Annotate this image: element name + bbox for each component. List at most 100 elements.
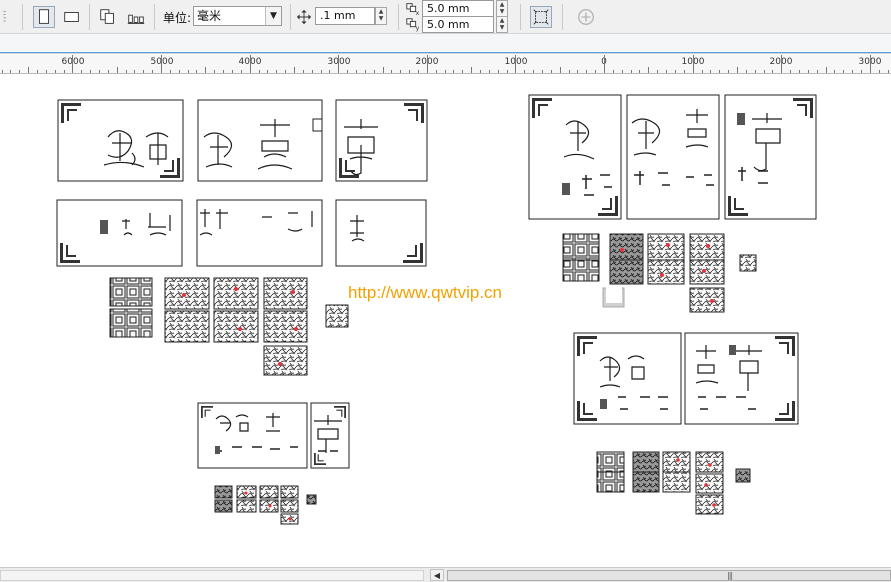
ruler-tick bbox=[178, 70, 180, 73]
ruler-tick bbox=[559, 67, 561, 73]
separator bbox=[89, 4, 90, 30]
tile-group[interactable] bbox=[109, 277, 349, 376]
horizontal-scrollbar[interactable]: ◀ ||| bbox=[0, 567, 891, 582]
ruler-tick bbox=[692, 55, 694, 73]
scrollbar-thumb[interactable] bbox=[447, 570, 891, 581]
panel[interactable] bbox=[197, 99, 323, 182]
ruler-tick bbox=[816, 70, 818, 73]
ruler-tick bbox=[754, 70, 756, 73]
duplicate-y-input[interactable]: 5.0 mm bbox=[422, 16, 494, 33]
ruler-tick bbox=[302, 70, 304, 73]
panel[interactable] bbox=[573, 332, 682, 425]
horizontal-ruler[interactable]: 6000 5000 4000 3000 2000 1000 0 1000 200… bbox=[0, 55, 891, 74]
ruler-tick bbox=[621, 70, 623, 73]
all-pages-icon[interactable] bbox=[97, 6, 119, 28]
ruler-tick bbox=[701, 70, 703, 73]
ruler-tick bbox=[231, 70, 233, 73]
separator bbox=[290, 4, 291, 30]
ruler-tick bbox=[258, 70, 260, 73]
portrait-page-icon[interactable] bbox=[33, 6, 55, 28]
ruler-tick bbox=[400, 70, 402, 73]
units-label: 单位: bbox=[163, 11, 192, 25]
panel[interactable] bbox=[310, 402, 350, 469]
add-icon[interactable] bbox=[575, 6, 597, 28]
document-tab-strip bbox=[0, 34, 891, 54]
ruler-tick bbox=[515, 55, 517, 73]
panel[interactable] bbox=[528, 94, 622, 220]
ruler-tick bbox=[586, 70, 588, 73]
drawing-canvas[interactable]: http://www.qwtvip.cn bbox=[0, 75, 891, 567]
spin-down-icon[interactable]: ▼ bbox=[497, 24, 507, 31]
spin-up-icon[interactable]: ▲ bbox=[376, 8, 386, 15]
ruler-tick bbox=[728, 70, 729, 73]
property-bar-grip[interactable] bbox=[0, 6, 10, 28]
separator bbox=[154, 4, 155, 30]
spin-down-icon[interactable]: ▼ bbox=[497, 8, 507, 15]
ruler-tick bbox=[187, 70, 189, 73]
separator bbox=[562, 4, 563, 30]
units-select[interactable]: 毫米 ▼ bbox=[193, 6, 282, 26]
ruler-tick bbox=[382, 67, 384, 73]
ruler-tick bbox=[391, 70, 393, 73]
watermark-text: http://www.qwtvip.cn bbox=[348, 283, 503, 302]
tile-group[interactable] bbox=[214, 485, 317, 525]
property-bar: 单位: 毫米 ▼ .1 mm ▲ ▼ x 5.0 mm ▲ ▼ y 5.0 mm… bbox=[0, 0, 891, 34]
ruler-tick bbox=[568, 70, 570, 73]
panel[interactable] bbox=[684, 332, 799, 425]
chevron-down-icon[interactable]: ▼ bbox=[265, 7, 281, 25]
panel[interactable] bbox=[196, 199, 323, 267]
landscape-page-icon[interactable] bbox=[61, 6, 83, 28]
panel[interactable] bbox=[197, 402, 308, 469]
ruler-tick bbox=[453, 70, 455, 73]
ruler-tick bbox=[480, 70, 481, 73]
panel[interactable] bbox=[56, 199, 183, 267]
ruler-tick bbox=[214, 70, 216, 73]
ruler-tick bbox=[320, 70, 322, 73]
scrollbar-grip-icon: ||| bbox=[727, 571, 733, 580]
ruler-tick bbox=[267, 70, 269, 73]
ruler-tick bbox=[763, 70, 765, 73]
spin-up-icon[interactable]: ▲ bbox=[497, 17, 507, 24]
panel[interactable] bbox=[335, 199, 427, 267]
panel[interactable] bbox=[57, 99, 184, 182]
ruler-tick bbox=[116, 67, 118, 73]
ruler-tick bbox=[1, 70, 3, 73]
ruler-tick bbox=[550, 70, 552, 73]
duplicate-x-spinner[interactable]: ▲ ▼ bbox=[496, 0, 508, 17]
ruler-tick bbox=[364, 70, 366, 73]
treat-as-filled-icon[interactable] bbox=[530, 6, 552, 28]
duplicate-x-input[interactable]: 5.0 mm bbox=[422, 0, 494, 17]
ruler-tick bbox=[577, 70, 579, 73]
duplicate-y-spinner[interactable]: ▲ ▼ bbox=[496, 16, 508, 33]
ruler-tick bbox=[630, 70, 632, 73]
current-page-icon[interactable] bbox=[125, 6, 147, 28]
tile-group[interactable] bbox=[562, 233, 757, 313]
spin-down-icon[interactable]: ▼ bbox=[376, 15, 386, 22]
ruler-tick bbox=[205, 67, 207, 73]
panel[interactable] bbox=[626, 94, 720, 220]
ruler-tick bbox=[719, 70, 721, 73]
tile-group[interactable] bbox=[596, 451, 751, 515]
ruler-tick bbox=[329, 70, 331, 73]
ruler-tick bbox=[683, 70, 685, 73]
ruler-tick bbox=[45, 70, 47, 73]
ruler-tick bbox=[648, 67, 650, 73]
scroll-left-icon[interactable]: ◀ bbox=[430, 569, 444, 581]
nudge-distance-input[interactable]: .1 mm bbox=[315, 7, 375, 25]
ruler-tick bbox=[240, 70, 242, 73]
panel[interactable] bbox=[335, 99, 428, 182]
ruler-tick bbox=[276, 70, 278, 73]
ruler-tick bbox=[825, 67, 827, 73]
ruler-tick bbox=[444, 70, 446, 73]
nudge-icon bbox=[295, 6, 313, 28]
ruler-tick bbox=[10, 70, 12, 73]
panel[interactable] bbox=[724, 94, 817, 220]
ruler-tick bbox=[125, 70, 127, 73]
spin-up-icon[interactable]: ▲ bbox=[497, 1, 507, 8]
ruler-tick bbox=[99, 70, 100, 73]
ruler-tick bbox=[196, 70, 198, 73]
ruler-tick bbox=[639, 70, 641, 73]
separator bbox=[398, 4, 399, 30]
ruler-label: 5000 bbox=[150, 57, 174, 67]
nudge-spinner[interactable]: ▲ ▼ bbox=[375, 7, 387, 25]
